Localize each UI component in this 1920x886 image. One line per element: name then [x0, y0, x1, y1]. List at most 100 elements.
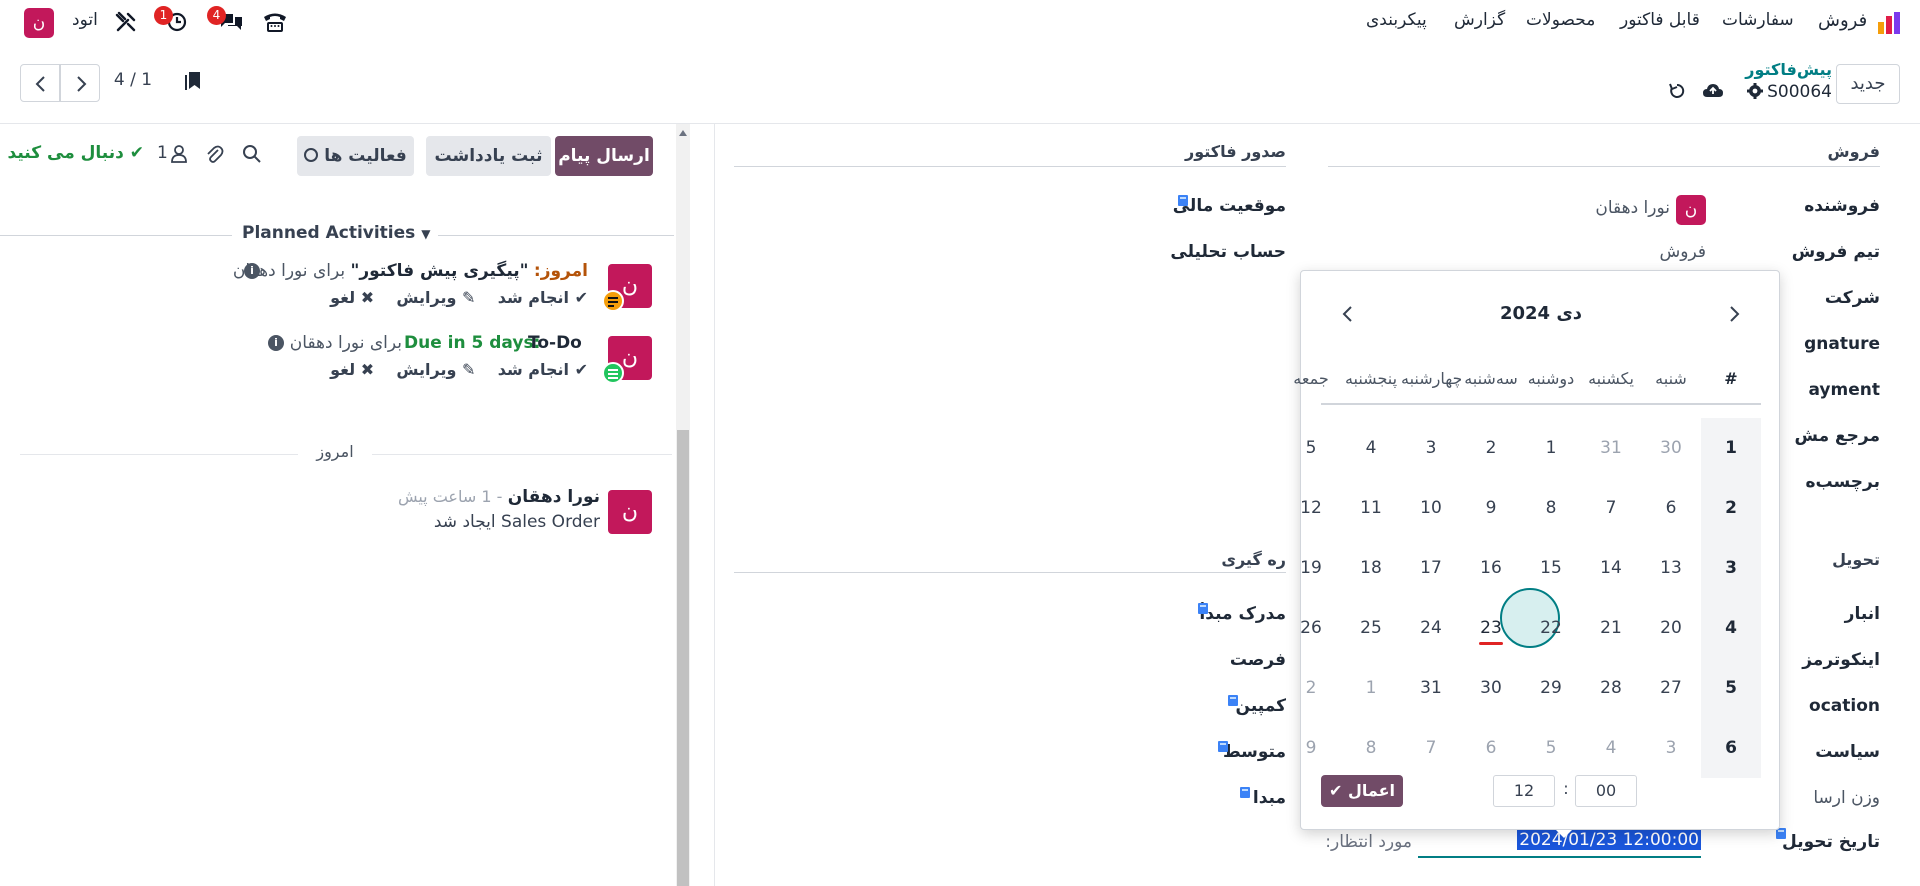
- message-author[interactable]: نورا دهقان: [508, 487, 600, 507]
- info-icon[interactable]: i: [244, 263, 260, 279]
- edit-button[interactable]: ✎ ویرایش: [396, 360, 475, 379]
- datepicker-day[interactable]: 7: [1401, 718, 1461, 778]
- help-book-icon: [1218, 741, 1228, 752]
- follow-button[interactable]: ✔ دنبال می کنید: [8, 143, 145, 163]
- mark-done-button[interactable]: ✔ انجام شد: [498, 288, 588, 307]
- cancel-button[interactable]: ✖ لغو: [330, 288, 374, 307]
- activities-button[interactable]: فعالیت ها: [297, 136, 414, 176]
- info-icon[interactable]: i: [268, 335, 284, 351]
- followers-user-icon[interactable]: [170, 144, 188, 164]
- datepicker-day[interactable]: 1: [1521, 418, 1581, 478]
- datepicker-day[interactable]: 2: [1461, 418, 1521, 478]
- datepicker-day[interactable]: 12: [1281, 478, 1341, 538]
- pager-prev-button[interactable]: [20, 64, 60, 102]
- mark-done-button[interactable]: ✔ انجام شد: [498, 360, 588, 379]
- scrollbar-thumb[interactable]: [677, 430, 689, 886]
- datepicker-month-title[interactable]: دی 2024: [1301, 303, 1781, 324]
- datepicker-day[interactable]: 6: [1461, 718, 1521, 778]
- planned-divider-right: [438, 235, 674, 236]
- datepicker-day[interactable]: 5: [1281, 418, 1341, 478]
- user-name[interactable]: اتود: [72, 10, 98, 30]
- save-cloud-icon[interactable]: [1702, 82, 1724, 100]
- datepicker-day[interactable]: 10: [1401, 478, 1461, 538]
- datepicker-day[interactable]: 31: [1401, 658, 1461, 718]
- app-logo-icon[interactable]: [1876, 10, 1902, 36]
- discard-undo-icon[interactable]: [1668, 82, 1686, 100]
- search-icon[interactable]: [242, 144, 262, 164]
- datepicker-day[interactable]: 23: [1461, 598, 1521, 658]
- datepicker-day[interactable]: 3: [1641, 718, 1701, 778]
- datepicker-day[interactable]: 22: [1521, 598, 1581, 658]
- cancel-button[interactable]: ✖ لغو: [330, 360, 374, 379]
- menu-reporting[interactable]: گزارش: [1454, 10, 1505, 30]
- datepicker-day[interactable]: 5: [1521, 718, 1581, 778]
- edit-button[interactable]: ✎ ویرایش: [396, 288, 475, 307]
- help-book-icon: [1240, 787, 1250, 798]
- pager-next-button[interactable]: [60, 64, 100, 102]
- planned-activities-toggle[interactable]: Planned Activities ▼: [242, 223, 430, 243]
- datepicker-day[interactable]: 18: [1341, 538, 1401, 598]
- datepicker-day[interactable]: 1: [1341, 658, 1401, 718]
- help-book-icon: [1198, 603, 1208, 614]
- datepicker-day[interactable]: 29: [1521, 658, 1581, 718]
- datepicker-day[interactable]: 19: [1281, 538, 1341, 598]
- datepicker-day-header: یکشنبه: [1588, 369, 1634, 388]
- datepicker-day[interactable]: 25: [1341, 598, 1401, 658]
- datepicker-day[interactable]: 11: [1341, 478, 1401, 538]
- log-note-button[interactable]: ثبت یادداشت: [426, 136, 551, 176]
- menu-configuration[interactable]: پیکربندی: [1366, 10, 1427, 30]
- datepicker-day[interactable]: 30: [1641, 418, 1701, 478]
- datepicker-day[interactable]: 14: [1581, 538, 1641, 598]
- menu-products[interactable]: محصولات: [1526, 10, 1595, 30]
- bookmark-icon[interactable]: [184, 70, 202, 92]
- followers-count[interactable]: 1: [157, 143, 168, 163]
- datepicker-day-header: پنجشنبه: [1344, 369, 1398, 388]
- minute-input[interactable]: 00: [1575, 775, 1637, 807]
- chatter-scrollbar[interactable]: [676, 124, 690, 886]
- sales-team-label: تیم فروش: [1791, 242, 1880, 262]
- datepicker-day[interactable]: 21: [1581, 598, 1641, 658]
- phone-icon[interactable]: [262, 11, 288, 33]
- delivery-group-title: تحویل: [1832, 550, 1880, 569]
- user-avatar[interactable]: ن: [24, 8, 54, 38]
- datepicker-day[interactable]: 17: [1401, 538, 1461, 598]
- datepicker-day[interactable]: 30: [1461, 658, 1521, 718]
- expected-date-label: مورد انتظار:: [1325, 832, 1412, 852]
- datepicker-day[interactable]: 20: [1641, 598, 1701, 658]
- hour-input[interactable]: 12: [1493, 775, 1555, 807]
- datepicker-day[interactable]: 24: [1401, 598, 1461, 658]
- datepicker-day[interactable]: 2: [1281, 658, 1341, 718]
- datepicker-day[interactable]: 26: [1281, 598, 1341, 658]
- menu-to-invoice[interactable]: قابل فاکتور: [1620, 10, 1700, 30]
- pager-value[interactable]: 4 / 1: [108, 70, 158, 90]
- datepicker-day[interactable]: 31: [1581, 418, 1641, 478]
- datepicker-day[interactable]: 8: [1521, 478, 1581, 538]
- datepicker-day[interactable]: 8: [1341, 718, 1401, 778]
- breadcrumb-parent[interactable]: پیش‌فاکتور: [1726, 60, 1832, 79]
- datepicker-day[interactable]: 4: [1581, 718, 1641, 778]
- datepicker-apply-button[interactable]: ✔ اعمال: [1321, 775, 1403, 807]
- datepicker-day[interactable]: 4: [1341, 418, 1401, 478]
- menu-orders[interactable]: سفارشات: [1722, 10, 1794, 30]
- datepicker-day[interactable]: 7: [1581, 478, 1641, 538]
- salesperson-value[interactable]: نورا دهقان: [1560, 198, 1670, 218]
- datepicker-day[interactable]: 3: [1401, 418, 1461, 478]
- gear-icon[interactable]: [1746, 82, 1764, 100]
- datepicker-day[interactable]: 15: [1521, 538, 1581, 598]
- datepicker-day[interactable]: 9: [1461, 478, 1521, 538]
- datepicker-day[interactable]: 16: [1461, 538, 1521, 598]
- today-divider-right: [372, 454, 672, 455]
- attachment-paperclip-icon[interactable]: [204, 144, 224, 166]
- activity-2-due: Due in 5 days:: [404, 333, 541, 353]
- datepicker-day[interactable]: 6: [1641, 478, 1701, 538]
- scroll-up-icon[interactable]: [679, 130, 687, 136]
- datepicker-day[interactable]: 13: [1641, 538, 1701, 598]
- new-button[interactable]: جدید: [1836, 64, 1900, 104]
- datepicker-day[interactable]: 28: [1581, 658, 1641, 718]
- datepicker-day[interactable]: 27: [1641, 658, 1701, 718]
- sales-team-value[interactable]: فروش: [1600, 242, 1706, 262]
- app-name[interactable]: فروش: [1818, 10, 1867, 31]
- datepicker-day[interactable]: 9: [1281, 718, 1341, 778]
- send-message-button[interactable]: ارسال پیام: [555, 136, 653, 176]
- debug-tools-icon[interactable]: [114, 10, 138, 34]
